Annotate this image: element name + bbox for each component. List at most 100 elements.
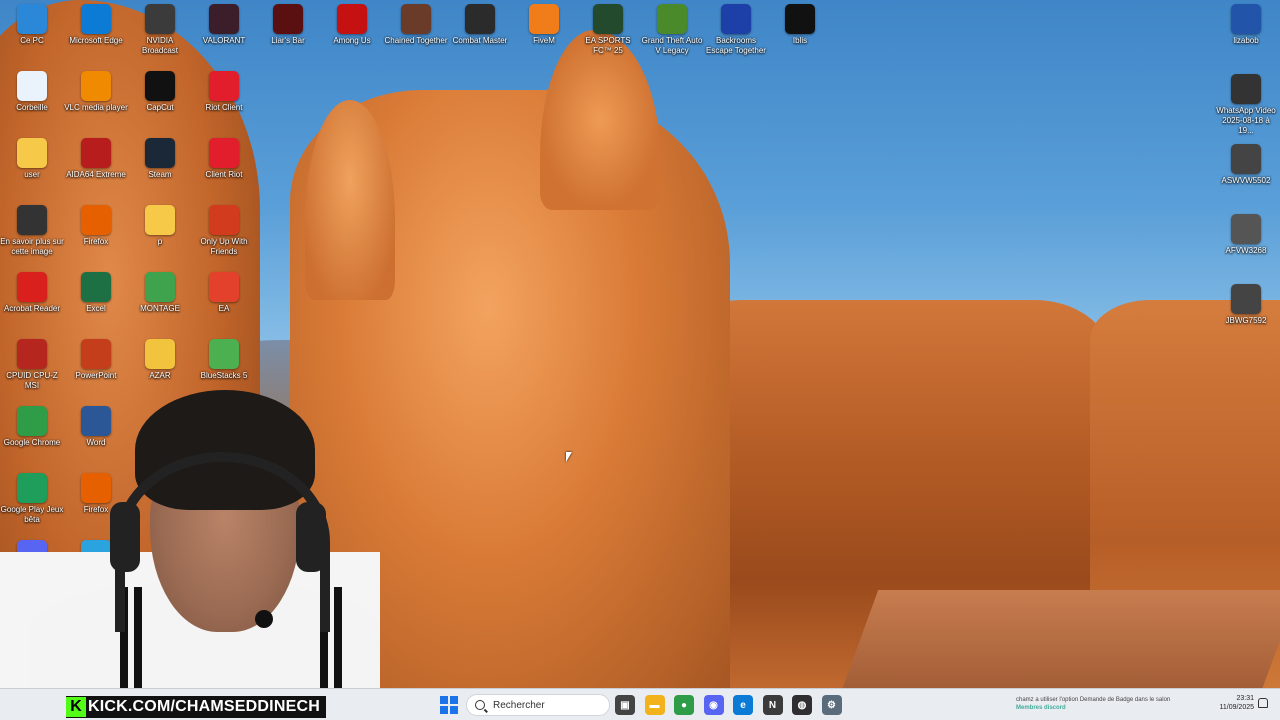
computer-icon	[17, 4, 47, 34]
nvidia-icon[interactable]: N	[762, 695, 783, 715]
desktop-icon[interactable]: Backrooms Escape Together	[704, 0, 768, 56]
desktop-icon-label: JBWG7592	[1225, 316, 1267, 325]
desktop-icon-label: FiveM	[533, 36, 555, 45]
desktop-icon[interactable]: PowerPoint	[64, 335, 128, 381]
desktop-icon-label: Steam	[148, 170, 172, 179]
desktop-icon[interactable]: Combat Master	[448, 0, 512, 46]
image-file-icon	[1231, 214, 1261, 244]
desktop-icon[interactable]: Among Us	[320, 0, 384, 46]
desktop-icon-label: Corbeille	[16, 103, 48, 112]
discord-icon[interactable]: ◉	[703, 695, 724, 715]
desktop-icon[interactable]: BlueStacks 5	[192, 335, 256, 381]
desktop-icon[interactable]: Ce PC	[0, 0, 64, 46]
desktop-icon[interactable]: Only Up With Friends	[192, 201, 256, 257]
among-us-icon	[337, 4, 367, 34]
desktop-icon[interactable]: Excel	[64, 268, 128, 314]
obs-icon[interactable]: ◍	[792, 695, 812, 715]
desktop-icon-label: Firefox	[83, 237, 109, 246]
desktop-icon-label: Riot Client	[205, 103, 243, 112]
task-view-icon[interactable]: ▣	[615, 695, 635, 715]
capcut-icon	[145, 71, 175, 101]
bluestacks-icon	[209, 339, 239, 369]
chrome-icon[interactable]: ●	[674, 695, 694, 715]
headset-cup-left	[110, 502, 140, 572]
kick-logo-icon: K	[66, 697, 86, 717]
desktop-icon[interactable]: NVIDIA Broadcast	[128, 0, 192, 56]
desktop-icon[interactable]: Liar's Bar	[256, 0, 320, 46]
taskbar-search[interactable]: Rechercher	[466, 694, 610, 716]
desktop-icon[interactable]: user	[0, 134, 64, 180]
desktop-icon[interactable]: En savoir plus sur cette image	[0, 201, 64, 257]
only-up-icon	[209, 205, 239, 235]
firefox-icon	[81, 205, 111, 235]
desktop-icon[interactable]: Riot Client	[192, 67, 256, 113]
start-button[interactable]	[440, 696, 458, 714]
desktop-icon-label: PowerPoint	[75, 371, 117, 380]
desktop-icon[interactable]: WhatsApp Video 2025-08-18 à 19...	[1214, 70, 1278, 136]
desktop-icon-label: Liar's Bar	[271, 36, 305, 45]
desktop-icon-label: EA SPORTS FC™ 25	[585, 36, 631, 55]
desktop-icon[interactable]: Iblis	[768, 0, 832, 46]
gta-icon	[657, 4, 687, 34]
backrooms-icon	[721, 4, 751, 34]
microphone-icon	[255, 610, 273, 628]
cpuz-icon	[17, 339, 47, 369]
desktop-icon[interactable]: JBWG7592	[1214, 280, 1278, 326]
kick-url: KICK.COM/CHAMSEDDINECH	[88, 698, 320, 715]
notification-bell-icon[interactable]	[1258, 698, 1268, 708]
canyon-floor	[841, 590, 1280, 688]
desktop-icon[interactable]: FiveM	[512, 0, 576, 46]
desktop-icon[interactable]: Grand Theft Auto V Legacy	[640, 0, 704, 56]
desktop-icon[interactable]: AIDA64 Extreme	[64, 134, 128, 180]
desktop-icon-label: EA	[218, 304, 230, 313]
desktop-icon[interactable]: AFVW3268	[1214, 210, 1278, 256]
desktop-icon-label: Ce PC	[20, 36, 44, 45]
desktop-icon[interactable]: Client Riot	[192, 134, 256, 180]
desktop-icon[interactable]: Corbeille	[0, 67, 64, 113]
desktop-icon[interactable]: Acrobat Reader	[0, 268, 64, 314]
chained-together-icon	[401, 4, 431, 34]
desktop-icon-label: AZAR	[149, 371, 171, 380]
notification-line-2: Membres discord	[1016, 705, 1066, 711]
valorant-icon	[209, 4, 239, 34]
tray-clock[interactable]: 23:31 11/09/2025	[1208, 694, 1254, 712]
tray-notification[interactable]: chamz a utiliser l'option Demande de Bad…	[1016, 696, 1226, 712]
desktop-icon[interactable]: EA	[192, 268, 256, 314]
desktop-icon-label: CapCut	[146, 103, 174, 112]
info-camera-icon	[17, 205, 47, 235]
desktop-icon-label: AFVW3268	[1225, 246, 1267, 255]
recycle-bin-icon	[17, 71, 47, 101]
desktop-icon[interactable]: ASWVW5502	[1214, 140, 1278, 186]
settings-icon[interactable]: ⚙	[821, 695, 842, 715]
excel-icon	[81, 272, 111, 302]
file-explorer-icon[interactable]: ▬	[644, 695, 665, 715]
desktop-icon[interactable]: Microsoft Edge	[64, 0, 128, 46]
desktop-icon[interactable]: CapCut	[128, 67, 192, 113]
desktop-icon[interactable]: p	[128, 201, 192, 247]
desktop-icon-label: Combat Master	[452, 36, 508, 45]
desktop-icon-label: Client Riot	[205, 170, 243, 179]
desktop-icon[interactable]: lizabob	[1214, 0, 1278, 46]
desktop-icon[interactable]: EA SPORTS FC™ 25	[576, 0, 640, 56]
image-file-icon	[1231, 144, 1261, 174]
acrobat-icon	[17, 272, 47, 302]
desktop-icon-label: user	[24, 170, 40, 179]
desktop-icon[interactable]: Steam	[128, 134, 192, 180]
webcam-overlay	[0, 382, 380, 688]
riot-client-icon	[209, 138, 239, 168]
desktop-icon[interactable]: MONTAGE	[128, 268, 192, 314]
powerpoint-icon	[81, 339, 111, 369]
desktop-icon[interactable]: VALORANT	[192, 0, 256, 46]
desktop-icon-label: VALORANT	[202, 36, 246, 45]
liars-bar-icon	[273, 4, 303, 34]
rock-peak	[540, 30, 660, 210]
desktop-icon[interactable]: AZAR	[128, 335, 192, 381]
desktop-icon[interactable]: Firefox	[64, 201, 128, 247]
desktop-icon-label: NVIDIA Broadcast	[141, 36, 179, 55]
vlc-icon	[81, 71, 111, 101]
desktop-icon[interactable]: VLC media player	[64, 67, 128, 113]
edge-icon[interactable]: e	[733, 695, 753, 715]
desktop-icon[interactable]: Chained Together	[384, 0, 448, 46]
ea-fc-icon	[593, 4, 623, 34]
fivem-icon	[529, 4, 559, 34]
